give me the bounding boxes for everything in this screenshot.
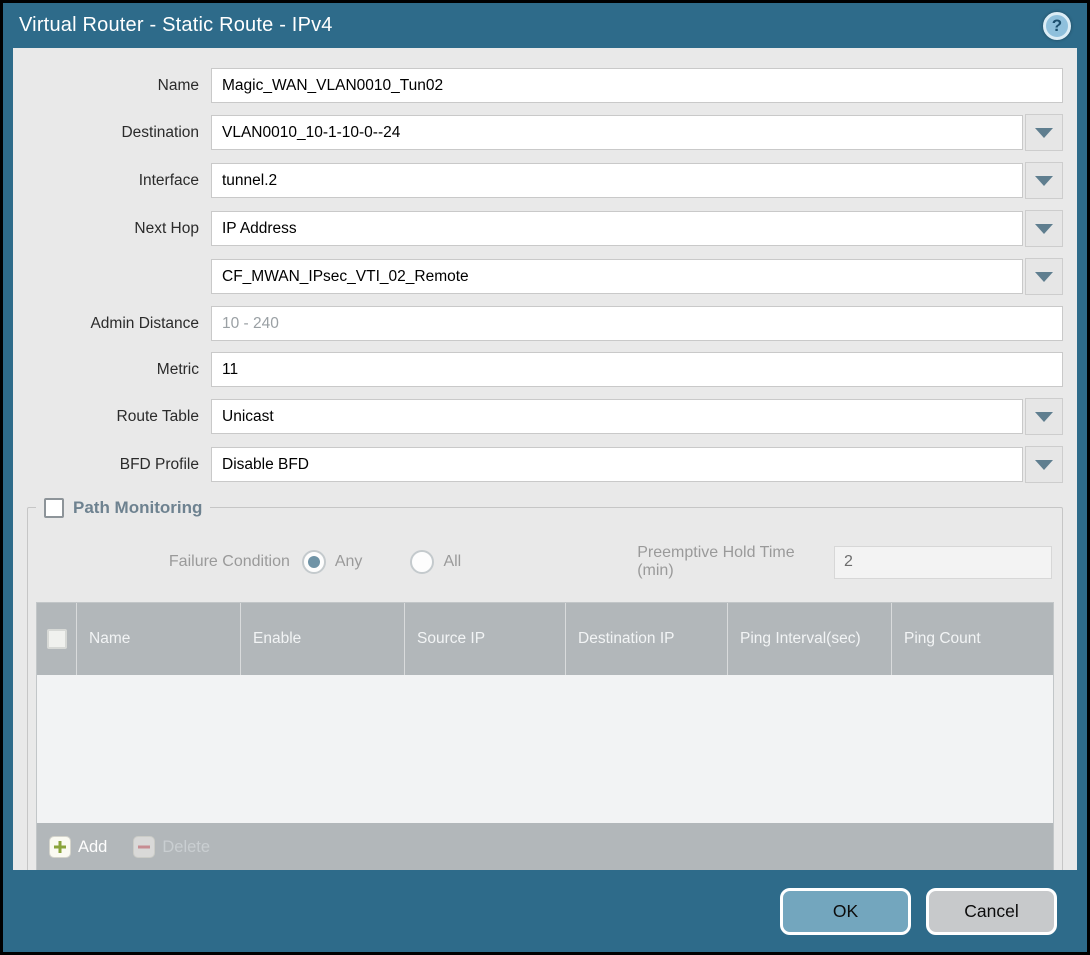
next-hop-label: Next Hop bbox=[27, 220, 211, 238]
interface-label: Interface bbox=[27, 172, 211, 190]
table-footer: Add Delete bbox=[37, 823, 1053, 870]
next-hop-address-dropdown-button[interactable] bbox=[1025, 258, 1063, 295]
dialog-title: Virtual Router - Static Route - IPv4 bbox=[19, 14, 1043, 37]
header-select-all-cell bbox=[37, 603, 77, 675]
dialog-titlebar: Virtual Router - Static Route - IPv4 ? bbox=[3, 3, 1087, 48]
radio-all[interactable] bbox=[410, 550, 434, 574]
route-table-input[interactable] bbox=[211, 399, 1023, 434]
metric-input[interactable] bbox=[211, 352, 1063, 387]
help-icon[interactable]: ? bbox=[1043, 12, 1071, 40]
minus-icon bbox=[133, 836, 155, 858]
path-monitoring-section: Path Monitoring Failure Condition Any Al… bbox=[27, 507, 1063, 870]
chevron-down-icon bbox=[1035, 176, 1053, 186]
header-destination-ip: Destination IP bbox=[566, 603, 728, 675]
metric-label: Metric bbox=[27, 361, 211, 379]
destination-dropdown-button[interactable] bbox=[1025, 114, 1063, 151]
preemptive-hold-label: Preemptive Hold Time (min) bbox=[637, 544, 834, 580]
name-row: Name bbox=[27, 68, 1063, 103]
bfd-profile-dropdown-button[interactable] bbox=[1025, 446, 1063, 483]
header-name: Name bbox=[77, 603, 241, 675]
delete-button[interactable]: Delete bbox=[133, 836, 210, 858]
interface-row: Interface bbox=[27, 162, 1063, 199]
chevron-down-icon bbox=[1035, 128, 1053, 138]
next-hop-address-row bbox=[27, 258, 1063, 295]
destination-label: Destination bbox=[27, 124, 211, 142]
next-hop-address-input[interactable] bbox=[211, 259, 1023, 294]
failure-condition-label: Failure Condition bbox=[28, 553, 302, 571]
static-route-dialog: Virtual Router - Static Route - IPv4 ? N… bbox=[0, 0, 1090, 955]
radio-all-label: All bbox=[443, 553, 461, 571]
chevron-down-icon bbox=[1035, 460, 1053, 470]
route-table-dropdown-button[interactable] bbox=[1025, 398, 1063, 435]
chevron-down-icon bbox=[1035, 224, 1053, 234]
delete-button-label: Delete bbox=[162, 838, 210, 857]
name-label: Name bbox=[27, 77, 211, 95]
interface-input[interactable] bbox=[211, 163, 1023, 198]
dialog-content: Name Destination Interface Next Hop bbox=[13, 48, 1077, 870]
destination-input[interactable] bbox=[211, 115, 1023, 150]
failure-condition-all-option: All bbox=[410, 550, 461, 574]
table-header-row: Name Enable Source IP Destination IP Pin… bbox=[37, 603, 1053, 675]
next-hop-type-input[interactable] bbox=[211, 211, 1023, 246]
header-enable: Enable bbox=[241, 603, 405, 675]
radio-any-label: Any bbox=[335, 553, 363, 571]
header-ping-count: Ping Count bbox=[892, 603, 1053, 675]
destination-row: Destination bbox=[27, 114, 1063, 151]
metric-row: Metric bbox=[27, 352, 1063, 387]
chevron-down-icon bbox=[1035, 412, 1053, 422]
dialog-footer: OK Cancel bbox=[3, 870, 1087, 952]
header-ping-interval: Ping Interval(sec) bbox=[728, 603, 892, 675]
radio-any[interactable] bbox=[302, 550, 326, 574]
route-table-row: Route Table bbox=[27, 398, 1063, 435]
next-hop-row: Next Hop bbox=[27, 210, 1063, 247]
route-table-label: Route Table bbox=[27, 408, 211, 426]
add-button[interactable]: Add bbox=[49, 836, 107, 858]
next-hop-type-dropdown-button[interactable] bbox=[1025, 210, 1063, 247]
interface-dropdown-button[interactable] bbox=[1025, 162, 1063, 199]
cancel-button[interactable]: Cancel bbox=[926, 888, 1057, 935]
name-input[interactable] bbox=[211, 68, 1063, 103]
admin-distance-input[interactable] bbox=[211, 306, 1063, 341]
failure-condition-radio-group: Any All bbox=[302, 550, 509, 574]
path-monitoring-title: Path Monitoring bbox=[73, 498, 202, 518]
select-all-checkbox[interactable] bbox=[47, 629, 67, 649]
bfd-profile-row: BFD Profile bbox=[27, 446, 1063, 483]
path-monitoring-legend: Path Monitoring bbox=[36, 494, 210, 522]
path-monitoring-controls: Failure Condition Any All Preemptive Hol… bbox=[28, 544, 1052, 580]
preemptive-hold-input[interactable] bbox=[834, 546, 1052, 579]
path-monitoring-table: Name Enable Source IP Destination IP Pin… bbox=[36, 602, 1054, 870]
failure-condition-any-option: Any bbox=[302, 550, 363, 574]
ok-button[interactable]: OK bbox=[780, 888, 911, 935]
header-source-ip: Source IP bbox=[405, 603, 566, 675]
admin-distance-row: Admin Distance bbox=[27, 306, 1063, 341]
bfd-profile-input[interactable] bbox=[211, 447, 1023, 482]
radio-selected-dot bbox=[308, 556, 320, 568]
chevron-down-icon bbox=[1035, 272, 1053, 282]
plus-icon bbox=[49, 836, 71, 858]
table-body-empty bbox=[37, 675, 1053, 823]
path-monitoring-checkbox[interactable] bbox=[44, 498, 64, 518]
bfd-profile-label: BFD Profile bbox=[27, 456, 211, 474]
add-button-label: Add bbox=[78, 838, 107, 857]
admin-distance-label: Admin Distance bbox=[27, 315, 211, 333]
